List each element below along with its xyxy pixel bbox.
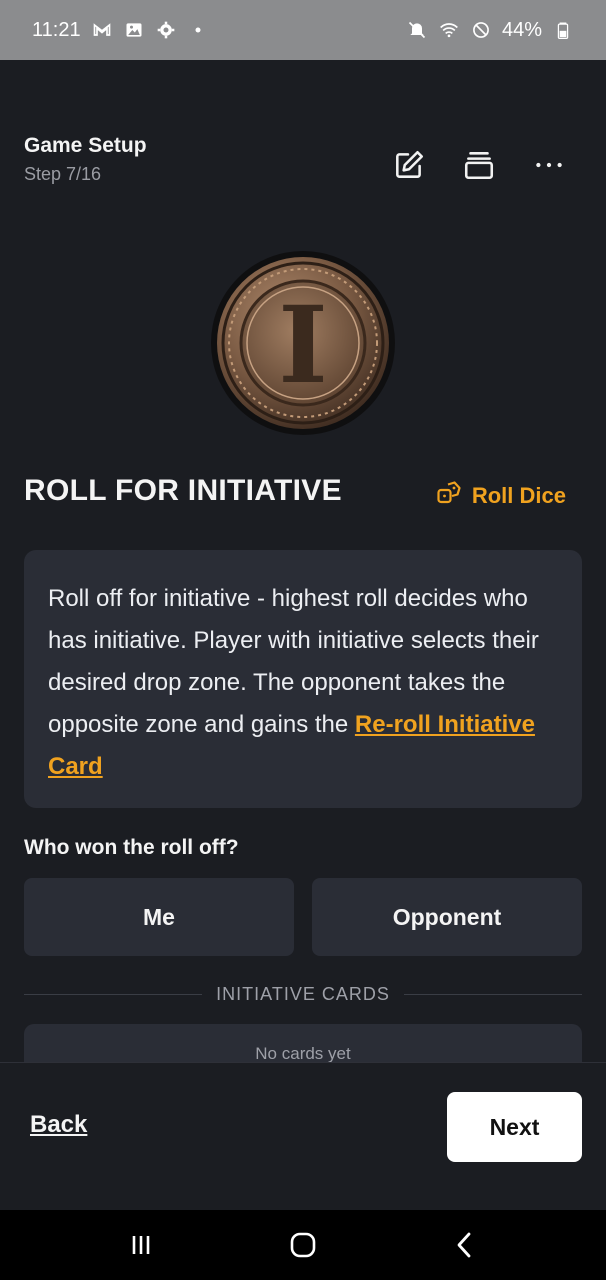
footer: Back Next bbox=[0, 1062, 606, 1211]
divider-line-right bbox=[403, 993, 582, 995]
home-icon[interactable] bbox=[283, 1225, 323, 1265]
initiative-cards-heading: INITIATIVE CARDS bbox=[216, 983, 390, 1004]
opponent-button[interactable]: Opponent bbox=[312, 878, 582, 956]
battery-percent: 44% bbox=[501, 18, 542, 41]
edit-icon[interactable] bbox=[390, 146, 428, 184]
no-cards-text: No cards yet bbox=[255, 1044, 351, 1062]
settings-gear-icon bbox=[155, 19, 177, 41]
notification-dot-icon bbox=[187, 19, 209, 41]
header-actions bbox=[390, 146, 568, 184]
initiative-cards-list: No cards yet bbox=[24, 1024, 582, 1062]
status-bar-left: 11:21 bbox=[32, 19, 209, 42]
status-bar: 11:21 44% bbox=[0, 0, 606, 60]
system-nav-bar bbox=[0, 1210, 606, 1280]
back-icon[interactable] bbox=[445, 1225, 485, 1265]
roll-dice-button[interactable]: Roll Dice bbox=[436, 480, 566, 512]
do-not-disturb-icon bbox=[470, 19, 492, 41]
stack-icon[interactable] bbox=[460, 146, 498, 184]
section-title: ROLL FOR INITIATIVE bbox=[24, 474, 342, 507]
recent-apps-icon[interactable] bbox=[121, 1225, 161, 1265]
back-button[interactable]: Back bbox=[30, 1111, 87, 1139]
more-icon[interactable] bbox=[530, 146, 568, 184]
description-card: Roll off for initiative - highest roll d… bbox=[24, 550, 582, 808]
app-header: Game Setup Step 7/16 bbox=[24, 134, 582, 194]
gmail-icon bbox=[91, 19, 113, 41]
initiative-coin-icon: I bbox=[208, 248, 398, 438]
roll-off-question: Who won the roll off? bbox=[24, 836, 239, 859]
battery-icon bbox=[552, 19, 574, 41]
mute-icon bbox=[406, 19, 428, 41]
me-button[interactable]: Me bbox=[24, 878, 294, 956]
initiative-cards-divider: INITIATIVE CARDS bbox=[24, 980, 582, 1008]
next-button[interactable]: Next bbox=[447, 1092, 582, 1162]
roll-dice-label: Roll Dice bbox=[471, 483, 566, 508]
page-title: Game Setup bbox=[24, 134, 147, 157]
status-time: 11:21 bbox=[32, 18, 81, 41]
divider-line-left bbox=[24, 993, 203, 995]
wifi-icon bbox=[438, 19, 460, 41]
dice-icon bbox=[436, 480, 462, 512]
gallery-icon bbox=[123, 19, 145, 41]
header-text: Game Setup Step 7/16 bbox=[24, 134, 147, 185]
coin-letter: I bbox=[278, 282, 328, 407]
step-indicator: Step 7/16 bbox=[24, 164, 102, 184]
status-bar-right: 44% bbox=[406, 19, 574, 42]
